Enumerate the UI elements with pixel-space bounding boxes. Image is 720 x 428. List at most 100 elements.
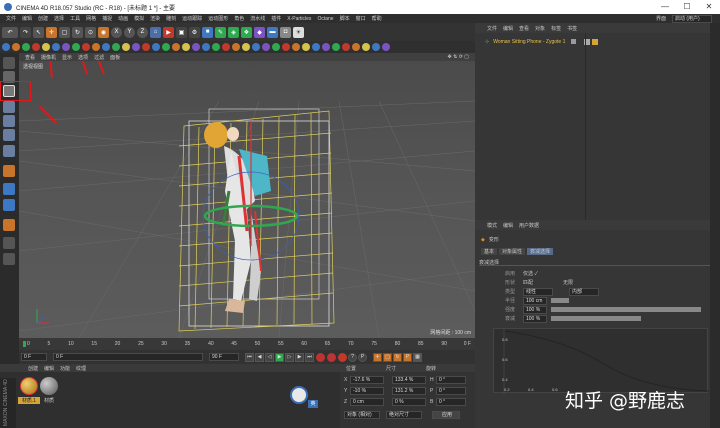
- axis-mode-icon[interactable]: [3, 165, 15, 177]
- viewport-menu-view[interactable]: 查看: [25, 54, 35, 61]
- select-icon[interactable]: ↖: [33, 26, 44, 38]
- menu-motion-tracker[interactable]: 运动跟踪: [182, 15, 202, 22]
- side-tabs[interactable]: [710, 23, 720, 428]
- xp-action-icon[interactable]: [92, 43, 100, 51]
- menu-animate[interactable]: 动画: [118, 15, 128, 22]
- help-avatar-icon[interactable]: [290, 386, 308, 404]
- apply-button[interactable]: 应用: [432, 410, 460, 419]
- xp-sprite-icon[interactable]: [152, 43, 160, 51]
- xp-collider-icon[interactable]: [102, 43, 110, 51]
- polygon-mode-icon[interactable]: [3, 129, 15, 141]
- tab-object[interactable]: 对象属性: [499, 247, 526, 255]
- subdivision-icon[interactable]: ◈: [228, 26, 239, 38]
- key-pla-icon[interactable]: ▦: [413, 352, 422, 362]
- prev-key-button[interactable]: ◀: [255, 352, 264, 362]
- make-editable-icon[interactable]: [3, 57, 15, 69]
- menu-script[interactable]: 脚本: [340, 15, 350, 22]
- xp-speed-icon[interactable]: [222, 43, 230, 51]
- visibility-dot-icon[interactable]: [571, 39, 577, 44]
- om-menu-bookmarks[interactable]: 书签: [567, 25, 577, 32]
- edge-mode-icon[interactable]: [3, 115, 15, 127]
- falloff-falloff-field[interactable]: 100 %: [523, 314, 547, 323]
- material-menu-edit[interactable]: 编辑: [44, 365, 54, 372]
- timeline[interactable]: 0 5 10 15 20 25 30 35 40 45 50 55 60 65 …: [19, 338, 475, 350]
- coord-y-size[interactable]: 131.2 %: [392, 386, 426, 395]
- render-picture-icon[interactable]: ▣: [176, 26, 187, 38]
- xp-infectious-icon[interactable]: [342, 43, 350, 51]
- xp-turbulence-icon[interactable]: [212, 43, 220, 51]
- viewport-menu-display[interactable]: 显示: [62, 54, 72, 61]
- coord-b-rotation[interactable]: 0 °: [436, 397, 466, 406]
- axis-x-icon[interactable]: X: [111, 26, 122, 38]
- coord-p-rotation[interactable]: 0 °: [436, 386, 466, 395]
- snap-icon[interactable]: [3, 199, 15, 211]
- undo-icon[interactable]: ↶: [2, 26, 18, 38]
- material-menu-function[interactable]: 功能: [60, 365, 70, 372]
- menu-x-particles[interactable]: X-Particles: [287, 16, 311, 22]
- am-menu-edit[interactable]: 编辑: [503, 222, 513, 229]
- om-menu-objects[interactable]: 对象: [535, 25, 545, 32]
- falloff-type-select[interactable]: 线性: [523, 287, 553, 296]
- menu-sculpt[interactable]: 雕刻: [166, 15, 176, 22]
- menu-tools[interactable]: 工具: [70, 15, 80, 22]
- go-to-end-button[interactable]: ⏭: [305, 352, 314, 362]
- keyframe-p-icon[interactable]: P: [358, 352, 367, 362]
- xp-vortex-icon[interactable]: [272, 43, 280, 51]
- material-tag-icon[interactable]: [592, 38, 599, 45]
- menu-mesh[interactable]: 网格: [86, 15, 96, 22]
- xp-cache-icon[interactable]: [112, 43, 120, 51]
- redo-icon[interactable]: ↷: [20, 26, 31, 38]
- xp-explode-icon[interactable]: [322, 43, 330, 51]
- move-icon[interactable]: ✛: [46, 26, 57, 38]
- rotate-icon[interactable]: ↻: [72, 26, 83, 38]
- xp-color-icon[interactable]: [292, 43, 300, 51]
- key-param-icon[interactable]: P: [403, 352, 412, 362]
- falloff-shape-extra[interactable]: 无限: [563, 279, 573, 286]
- floor-icon[interactable]: ▬: [267, 26, 278, 38]
- xp-spin-icon[interactable]: [242, 43, 250, 51]
- falloff-radius-slider[interactable]: [551, 298, 569, 303]
- cube-icon[interactable]: ■: [202, 26, 213, 38]
- material-menu-texture[interactable]: 纹理: [76, 365, 86, 372]
- xp-scale-icon[interactable]: [232, 43, 240, 51]
- xp-system-icon[interactable]: [52, 43, 60, 51]
- am-menu-userdata[interactable]: 用户数据: [519, 222, 539, 229]
- material-label-2[interactable]: 材质: [40, 397, 58, 404]
- xp-trigger-icon[interactable]: [362, 43, 370, 51]
- octane-settings-icon[interactable]: [12, 43, 20, 51]
- workplane-icon[interactable]: [3, 219, 15, 231]
- minimize-button[interactable]: —: [654, 0, 676, 14]
- viewport-menu-options[interactable]: 选项: [78, 54, 88, 61]
- octane-material-icon[interactable]: [22, 43, 30, 51]
- material-label-1[interactable]: 材质.1: [18, 397, 40, 404]
- coord-z-size[interactable]: 0 %: [392, 397, 426, 406]
- xp-kill-icon[interactable]: [282, 43, 290, 51]
- key-scale-icon[interactable]: ▢: [383, 352, 392, 362]
- menu-help[interactable]: 帮助: [372, 15, 382, 22]
- coord-z-position[interactable]: 0 cm: [350, 397, 384, 406]
- xp-fluid-icon[interactable]: [142, 43, 150, 51]
- pen-icon[interactable]: ✎: [215, 26, 226, 38]
- menu-plugins[interactable]: 插件: [271, 15, 281, 22]
- xp-repeller-icon[interactable]: [262, 43, 270, 51]
- axis-y-icon[interactable]: Y: [124, 26, 135, 38]
- recent-tool-icon[interactable]: ⊙: [85, 26, 96, 38]
- frame-range-slider[interactable]: 0 F: [53, 353, 203, 361]
- ime-badge[interactable]: 英: [308, 400, 318, 408]
- falloff-shape-value[interactable]: 匹配: [523, 279, 533, 286]
- perspective-viewport[interactable]: 透视视图 网格间距 : 100 cm: [19, 61, 475, 338]
- next-key-button[interactable]: ▶: [295, 352, 304, 362]
- world-axis-icon[interactable]: ◉: [98, 26, 109, 38]
- menu-simulate[interactable]: 模拟: [134, 15, 144, 22]
- xp-sound-icon[interactable]: [352, 43, 360, 51]
- quantize-icon[interactable]: [3, 237, 15, 249]
- prev-frame-button[interactable]: ◁: [265, 352, 274, 362]
- xp-modifier-icon[interactable]: [62, 43, 70, 51]
- tweak-mode-icon[interactable]: [3, 183, 15, 195]
- xp-follow-icon[interactable]: [182, 43, 190, 51]
- key-selection-icon[interactable]: [338, 352, 347, 362]
- key-rotation-icon[interactable]: ↻: [393, 352, 402, 362]
- menu-edit[interactable]: 编辑: [22, 15, 32, 22]
- uv-mode-icon[interactable]: [3, 145, 15, 157]
- xp-trail-icon[interactable]: [122, 43, 130, 51]
